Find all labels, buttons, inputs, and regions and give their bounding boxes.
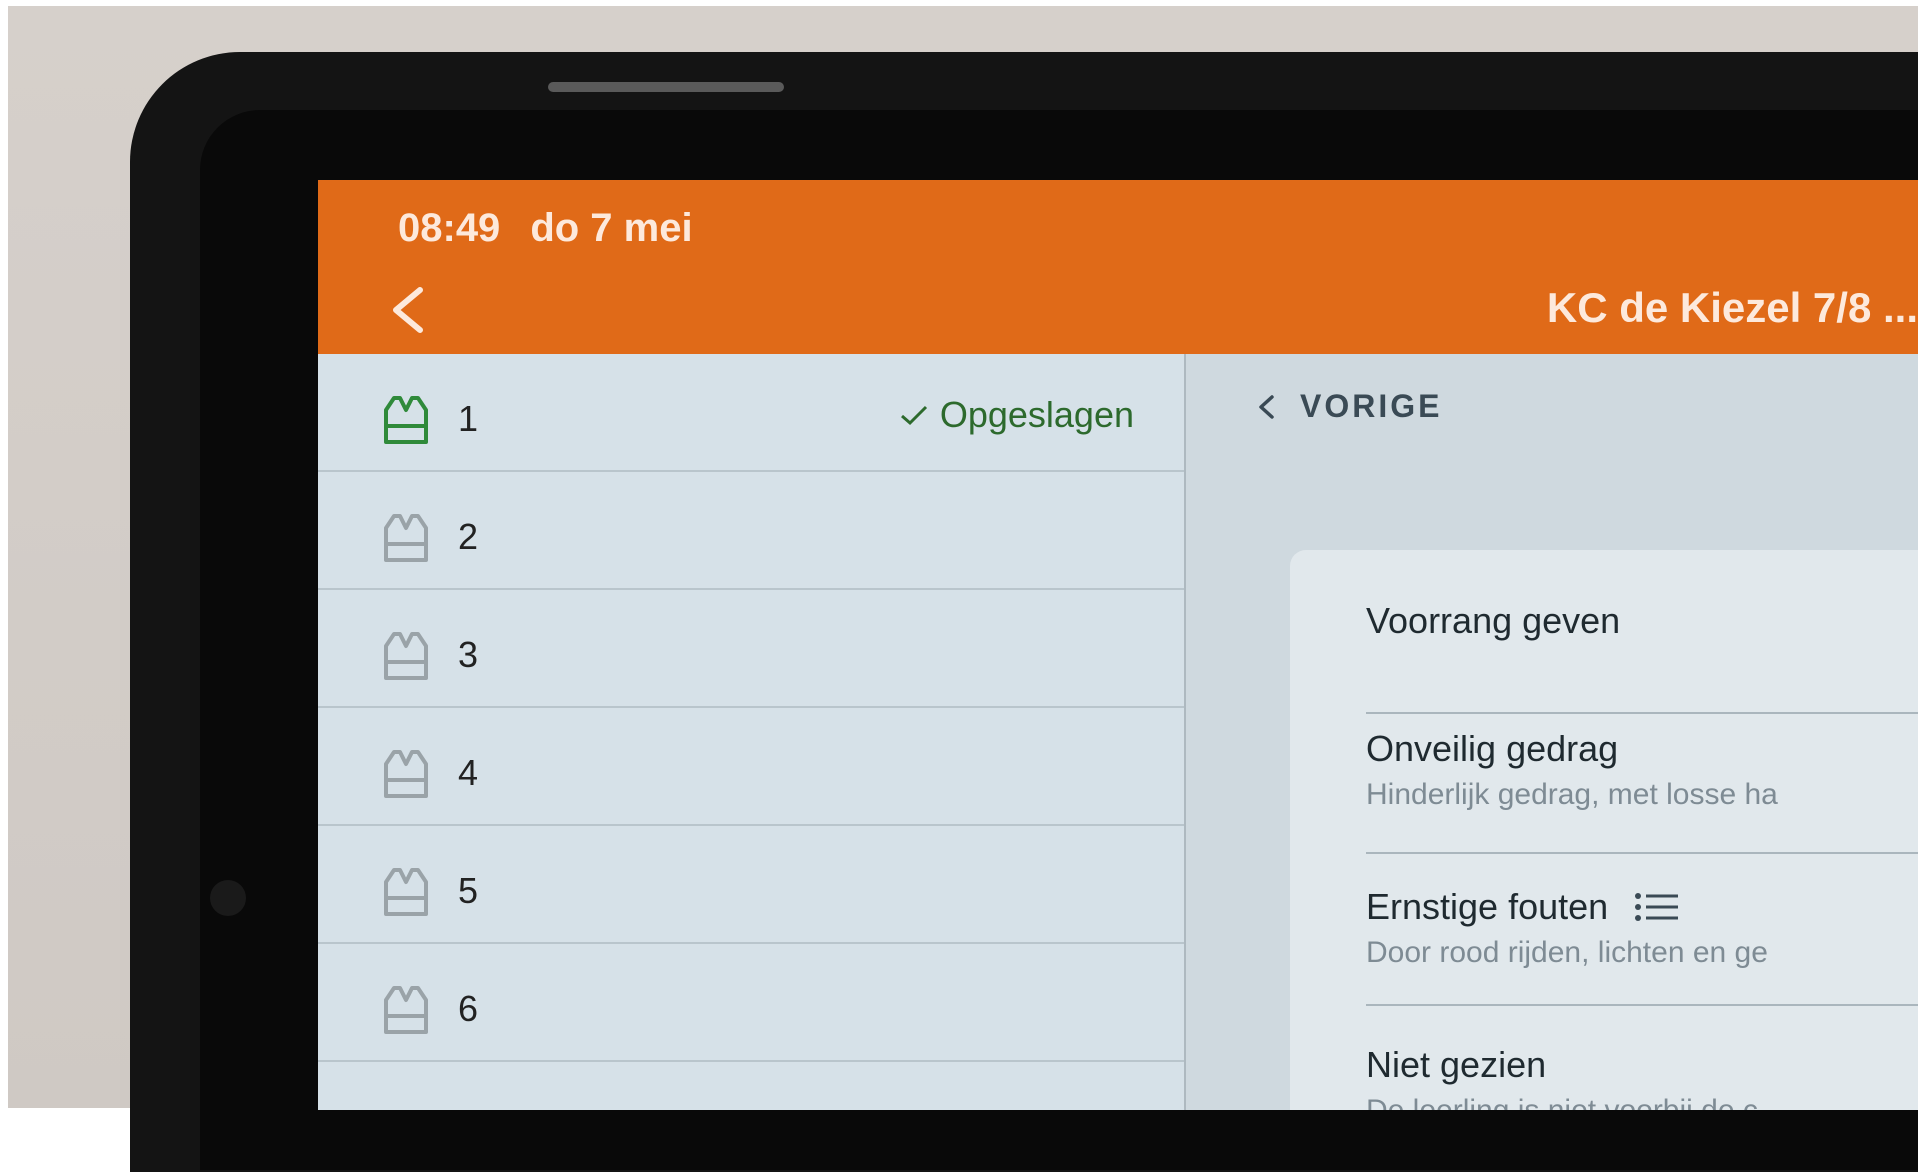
camera-icon (210, 880, 246, 916)
category-card: Voorrang geven Onveilig gedrag Hinderlij… (1290, 550, 1918, 1110)
vest-icon (384, 868, 428, 916)
category-item-niet-gezien[interactable]: Niet gezien De leerling is niet voorbij … (1366, 1008, 1918, 1110)
vest-icon (384, 986, 428, 1034)
student-row-3[interactable]: 3 (318, 590, 1184, 708)
category-item-voorrang[interactable]: Voorrang geven (1366, 600, 1918, 714)
chevron-left-icon (393, 287, 423, 333)
student-number: 3 (458, 634, 479, 675)
list-icon (1635, 893, 1679, 921)
status-bar: 08:49 do 7 mei (318, 180, 1918, 262)
status-date: do 7 mei (530, 206, 693, 250)
vest-icon (384, 750, 428, 798)
category-item-ernstig[interactable]: Ernstige fouten Door rood rijden, lichte… (1366, 856, 1918, 1006)
detail-pane: VORIGE Voorrang geven Onveilig gedrag Hi… (1186, 354, 1918, 1110)
previous-label: VORIGE (1300, 388, 1443, 424)
student-number: 2 (458, 516, 479, 557)
student-row-4[interactable]: 4 (318, 708, 1184, 826)
student-number: 1 (458, 398, 479, 439)
student-list: 1 Opgeslagen 2 3 4 5 6 (318, 354, 1186, 1110)
status-time: 08:49 (398, 206, 501, 250)
tablet-screen: 08:49 do 7 mei KC de Kiezel 7/8 ... 1 Opg… (318, 180, 1918, 1110)
saved-label: Opgeslagen (939, 394, 1134, 435)
app-title: KC de Kiezel 7/8 ... (1546, 284, 1918, 331)
vest-icon (384, 514, 428, 562)
student-row-5[interactable]: 5 (318, 826, 1184, 944)
category-title: Onveilig gedrag (1366, 728, 1619, 769)
saved-status: Opgeslagen (900, 394, 1134, 436)
previous-button[interactable]: VORIGE (1256, 388, 1442, 425)
app-bar: KC de Kiezel 7/8 ... (318, 262, 1918, 354)
category-subtitle: Hinderlijk gedrag, met losse ha (1366, 778, 1778, 811)
category-subtitle: Door rood rijden, lichten en ge (1366, 936, 1768, 969)
category-title: Ernstige fouten (1366, 886, 1609, 927)
category-item-onveilig[interactable]: Onveilig gedrag Hinderlijk gedrag, met l… (1366, 714, 1918, 854)
vest-icon (384, 632, 428, 680)
chevron-left-icon (1259, 394, 1274, 419)
back-button[interactable] (378, 280, 438, 340)
case-slot (548, 82, 784, 92)
student-row-1[interactable]: 1 Opgeslagen (318, 354, 1184, 472)
vest-icon (384, 396, 428, 444)
student-row-2[interactable]: 2 (318, 472, 1184, 590)
student-number: 6 (458, 988, 479, 1029)
student-row-6[interactable]: 6 (318, 944, 1184, 1062)
check-icon (900, 405, 927, 426)
student-number: 5 (458, 870, 479, 911)
category-title: Voorrang geven (1366, 600, 1621, 641)
student-number: 4 (458, 752, 479, 793)
category-title: Niet gezien (1366, 1044, 1547, 1085)
status-text: 08:49 do 7 mei (398, 206, 693, 251)
